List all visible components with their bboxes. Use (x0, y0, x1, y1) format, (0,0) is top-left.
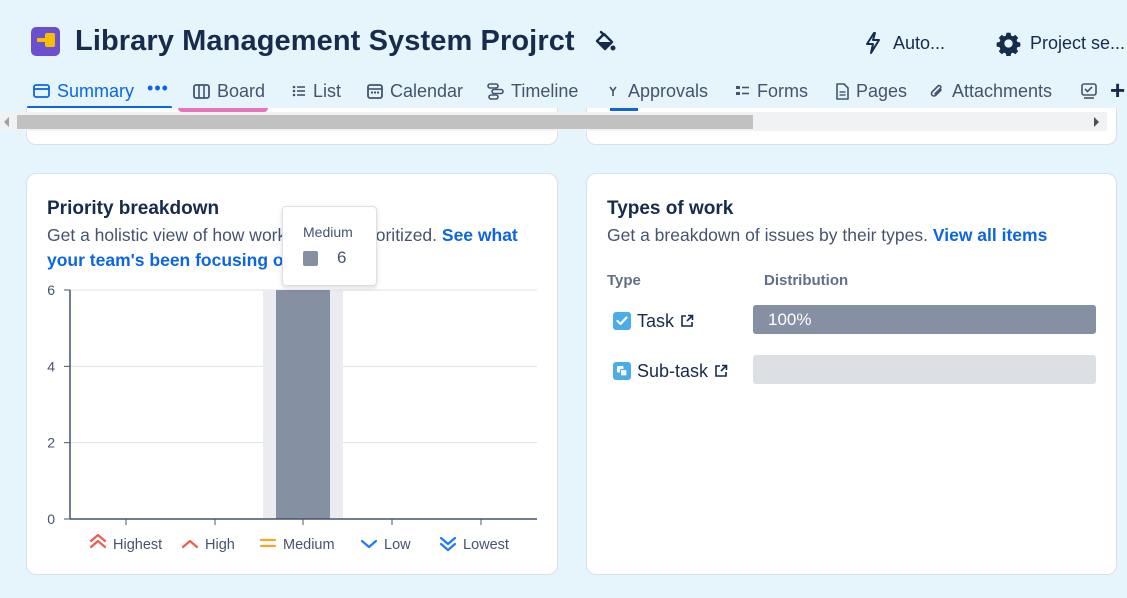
tab-list[interactable]: List (292, 76, 341, 106)
timeline-icon (487, 82, 504, 100)
card-title: Types of work (607, 198, 734, 219)
tab-pages[interactable]: Pages (835, 76, 907, 106)
settings-label: Project se... (1030, 32, 1126, 53)
forms-icon (736, 86, 749, 95)
board-icon (193, 83, 210, 99)
view-all-items-link[interactable]: View all items (933, 225, 1047, 245)
tab-calendar[interactable]: Calendar (367, 76, 463, 106)
distribution-column-header: Distribution (764, 272, 849, 289)
project-title: Library Management System Projrct (75, 25, 575, 57)
external-link-icon[interactable] (680, 314, 694, 328)
card-description: Get a breakdown of issues by their types… (607, 223, 1107, 248)
task-icon (613, 312, 631, 330)
approvals-icon (609, 86, 617, 96)
distribution-fill: 100% (753, 305, 1096, 334)
tooltip-swatch (303, 251, 318, 266)
description-text: Get a breakdown of issues by their types… (607, 225, 933, 245)
type-name: Sub-task (637, 360, 709, 381)
project-tabs: Summary ••• Board List Calendar Timeline… (0, 76, 1127, 110)
paint-bucket-icon[interactable] (594, 30, 616, 54)
list-icon (292, 85, 305, 97)
chart-tooltip: Medium 6 (282, 206, 377, 286)
development-icon (1081, 83, 1097, 99)
type-name: Task (637, 310, 675, 331)
type-row-task[interactable]: Task (613, 306, 694, 336)
more-options-icon[interactable]: ••• (147, 78, 169, 99)
scrollbar-thumb[interactable] (17, 115, 753, 129)
tab-label: Forms (757, 80, 808, 101)
tab-label: List (313, 80, 342, 101)
tab-label: Timeline (511, 80, 579, 101)
tab-label: Approvals (628, 80, 709, 101)
distribution-bar-task: 100% (753, 305, 1096, 334)
lightning-icon (866, 32, 880, 54)
tab-forms[interactable]: Forms (735, 76, 808, 106)
tab-board[interactable]: Board (193, 76, 265, 106)
tooltip-label: Medium (303, 224, 353, 240)
external-link-icon[interactable] (714, 364, 728, 378)
tab-approvals[interactable]: Approvals (607, 76, 708, 106)
tab-attachments[interactable]: Attachments (929, 76, 1052, 106)
project-settings-button[interactable]: Project se... (996, 30, 1125, 56)
tab-label: Board (217, 80, 266, 101)
gear-icon (996, 32, 1021, 56)
type-column-header: Type (607, 272, 641, 289)
tab-label: Summary (57, 80, 135, 101)
project-avatar-icon[interactable] (31, 27, 60, 56)
tab-label: Attachments (952, 80, 1053, 101)
type-row-subtask[interactable]: Sub-task (613, 356, 728, 386)
scroll-left-arrow-icon[interactable] (4, 117, 9, 127)
tab-summary[interactable]: Summary ••• (33, 76, 169, 106)
attachment-icon (930, 84, 942, 97)
description-text: Get a holistic view of how work is being… (47, 225, 442, 245)
add-tab-button[interactable]: + (1110, 76, 1125, 104)
summary-icon (33, 84, 50, 98)
calendar-icon (367, 84, 383, 99)
automation-label: Auto... (893, 32, 946, 53)
types-of-work-card: Types of work Get a breakdown of issues … (586, 173, 1117, 575)
subtask-icon (613, 362, 631, 380)
project-header: Library Management System Projrct Auto..… (0, 0, 1127, 70)
tooltip-value: 6 (337, 248, 347, 267)
automation-button[interactable]: Auto... (862, 30, 945, 56)
tab-label: Pages (856, 80, 908, 101)
tab-more[interactable] (1081, 76, 1097, 106)
distribution-bar-subtask (753, 355, 1096, 384)
activity-marker-fragment (610, 108, 638, 111)
scroll-right-arrow-icon[interactable] (1094, 117, 1099, 127)
pages-icon (836, 82, 849, 100)
tab-timeline[interactable]: Timeline (487, 76, 578, 106)
tab-label: Calendar (390, 80, 464, 101)
card-title: Priority breakdown (47, 198, 220, 219)
